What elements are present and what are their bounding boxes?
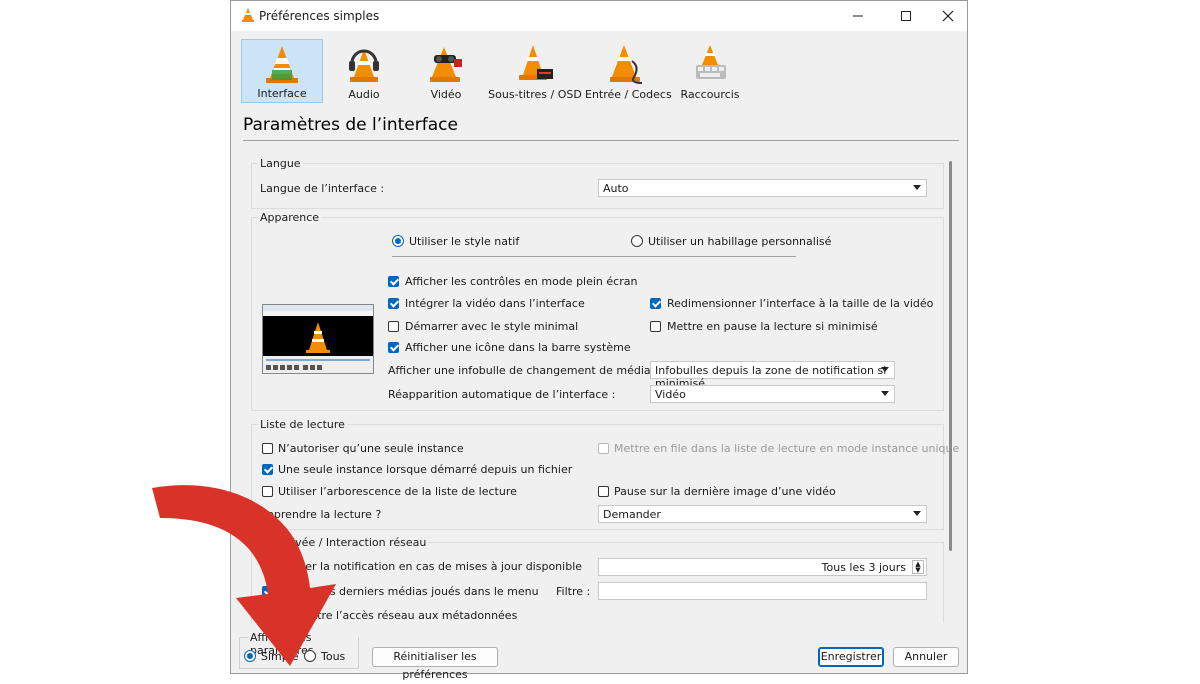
vertical-scrollbar[interactable] <box>949 161 952 551</box>
tab-hotkeys-label: Raccourcis <box>680 88 740 101</box>
group-playlist-legend: Liste de lecture <box>258 418 347 431</box>
video-cone-icon <box>426 43 466 88</box>
tab-subtitles-osd[interactable]: Sous-titres / OSD <box>487 39 583 103</box>
maximize-icon <box>901 11 911 21</box>
resume-playback-select[interactable]: Demander <box>598 505 927 523</box>
red-arrow-overlay-icon <box>152 485 336 666</box>
enqueue-label: Mettre en file dans la liste de lecture … <box>614 442 959 455</box>
close-icon <box>942 10 954 22</box>
custom-skin-label: Utiliser un habillage personnalisé <box>648 235 832 248</box>
vlc-cone-icon <box>241 7 255 26</box>
native-style-radio[interactable] <box>392 235 404 247</box>
filter-input[interactable] <box>598 582 927 600</box>
pause-last-frame-label: Pause sur la dernière image d’une vidéo <box>614 485 836 498</box>
tab-codecs-label: Entrée / Codecs <box>585 88 672 101</box>
systray-icon-label: Afficher une icône dans la barre système <box>405 341 631 354</box>
divider <box>243 140 959 141</box>
tab-audio[interactable]: Audio <box>323 39 405 103</box>
resume-playback-value: Demander <box>603 508 661 521</box>
chevron-down-icon <box>913 185 921 190</box>
title-bar: Préférences simples <box>231 1 967 31</box>
interface-language-value: Auto <box>603 182 629 195</box>
media-notification-select[interactable]: Infobulles depuis la zone de notificatio… <box>650 361 895 390</box>
one-instance-checkbox[interactable] <box>262 443 273 454</box>
enqueue-checkbox[interactable] <box>598 443 609 454</box>
auto-raise-select[interactable]: Vidéo <box>650 385 895 403</box>
save-button[interactable]: Enregistrer <box>818 647 884 667</box>
interface-cone-icon <box>262 44 302 89</box>
interface-preview-image <box>262 304 374 374</box>
group-appearance-legend: Apparence <box>258 211 322 224</box>
auto-raise-label: Réapparition automatique de l’interface … <box>388 388 616 401</box>
window-title: Préférences simples <box>259 9 380 23</box>
tab-audio-label: Audio <box>348 88 380 101</box>
tab-hotkeys[interactable]: Raccourcis <box>669 39 751 103</box>
chevron-down-icon <box>913 511 921 516</box>
maximize-button[interactable] <box>885 1 927 31</box>
codecs-cone-icon <box>606 43 646 88</box>
systray-icon-checkbox[interactable] <box>388 342 399 353</box>
media-notification-label: Afficher une infobulle de changement de … <box>388 364 658 377</box>
native-style-label: Utiliser le style natif <box>409 235 520 248</box>
minimal-style-label: Démarrer avec le style minimal <box>405 320 579 333</box>
update-interval-spinbox[interactable]: Tous les 3 jours ▲ ▼ <box>598 558 927 576</box>
tab-subtitles-label: Sous-titres / OSD <box>488 88 582 101</box>
minimize-icon <box>853 15 863 17</box>
spin-arrows-icon[interactable]: ▲ ▼ <box>912 560 924 574</box>
appearance-divider <box>392 256 796 257</box>
reset-preferences-button[interactable]: Réinitialiser les préférences <box>372 647 498 681</box>
integrate-video-label: Intégrer la vidéo dans l’interface <box>405 297 585 310</box>
auto-raise-value: Vidéo <box>655 388 686 401</box>
pause-minimized-checkbox[interactable] <box>650 321 661 332</box>
filter-label: Filtre : <box>556 585 591 598</box>
tab-interface[interactable]: Interface <box>241 39 323 103</box>
group-appearance: Apparence Utiliser le style natif Utilis… <box>251 211 944 411</box>
page-title: Paramètres de l’interface <box>243 115 458 135</box>
group-language: Langue Langue de l’interface : Auto <box>251 157 944 209</box>
subtitles-cone-icon <box>515 43 555 88</box>
interface-language-select[interactable]: Auto <box>598 179 927 197</box>
minimize-button[interactable] <box>837 1 879 31</box>
custom-skin-radio[interactable] <box>631 235 643 247</box>
tab-video-label: Vidéo <box>430 88 462 101</box>
tab-interface-label: Interface <box>257 87 307 100</box>
update-interval-value: Tous les 3 jours <box>821 561 906 574</box>
pause-minimized-label: Mettre en pause la lecture si minimisé <box>667 320 878 333</box>
chevron-down-icon <box>881 391 889 396</box>
minimal-style-checkbox[interactable] <box>388 321 399 332</box>
resize-interface-label: Redimensionner l’interface à la taille d… <box>667 297 934 310</box>
audio-headphones-cone-icon <box>344 43 384 88</box>
resize-interface-checkbox[interactable] <box>650 298 661 309</box>
chevron-down-icon <box>881 367 889 372</box>
pause-last-frame-checkbox[interactable] <box>598 486 609 497</box>
category-toolbar: Interface Audio Vidéo Sous-titres / OSD … <box>239 37 959 105</box>
group-language-legend: Langue <box>258 157 303 170</box>
tab-video[interactable]: Vidéo <box>405 39 487 103</box>
interface-language-label: Langue de l’interface : <box>260 182 385 195</box>
fullscreen-controls-label: Afficher les contrôles en mode plein écr… <box>405 275 638 288</box>
tab-input-codecs[interactable]: Entrée / Codecs <box>585 39 672 103</box>
close-button[interactable] <box>927 1 969 31</box>
fullscreen-controls-checkbox[interactable] <box>388 276 399 287</box>
hotkeys-cone-icon <box>690 43 730 88</box>
one-instance-label: N’autoriser qu’une seule instance <box>278 442 464 455</box>
integrate-video-checkbox[interactable] <box>388 298 399 309</box>
cancel-button[interactable]: Annuler <box>893 647 959 667</box>
